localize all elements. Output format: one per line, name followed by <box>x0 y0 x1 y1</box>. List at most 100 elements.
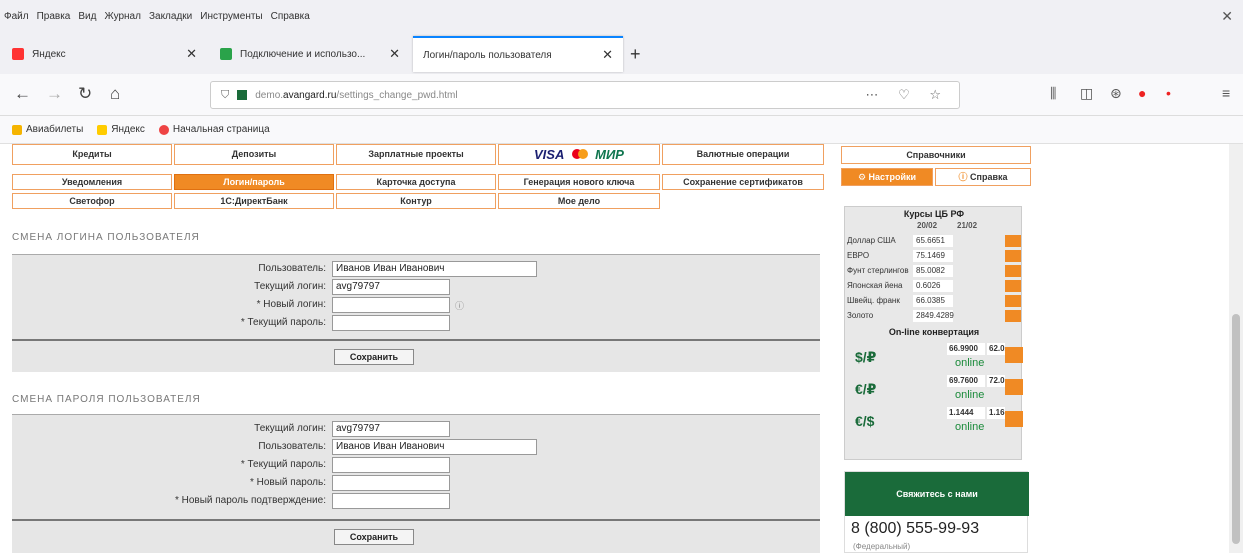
nav-kontur[interactable]: Контур <box>336 193 496 209</box>
convert-button[interactable] <box>1005 379 1023 395</box>
adblock-icon[interactable]: ● <box>1138 85 1146 101</box>
scrollbar-thumb[interactable] <box>1232 314 1240 544</box>
user-field[interactable]: Иванов Иван Иванович <box>332 439 537 455</box>
page-actions-icon[interactable]: ⋯ ♡ ☆ <box>865 87 949 103</box>
nav-credits[interactable]: Кредиты <box>12 144 172 165</box>
user-label: Пользователь: <box>258 441 326 452</box>
page-content: Кредиты Депозиты Зарплатные проекты VISA… <box>0 144 1243 553</box>
rate-value: 75.1469 <box>913 250 953 262</box>
rate-chart-button[interactable] <box>1005 295 1021 307</box>
directory-button[interactable]: Справочники <box>841 146 1031 164</box>
nav-salary-projects[interactable]: Зарплатные проекты <box>336 144 496 165</box>
current-login-field[interactable]: avg79797 <box>332 421 450 437</box>
menu-file[interactable]: Файл <box>4 11 29 22</box>
nav-svetofor[interactable]: Светофор <box>12 193 172 209</box>
site-favicon-icon <box>237 90 248 100</box>
address-bar[interactable]: ⛉ demo. avangard.ru /settings_change_pwd… <box>210 81 960 109</box>
tab-close-icon[interactable]: ✕ <box>186 46 197 62</box>
current-password-label: * Текущий пароль: <box>240 459 326 470</box>
window-close-icon[interactable]: ✕ <box>1221 8 1233 25</box>
current-login-label: Текущий логин: <box>254 423 326 434</box>
menu-bookmarks[interactable]: Закладки <box>149 11 192 22</box>
phone-number: 8 (800) 555-99-93 <box>851 520 980 537</box>
nav-currency-ops[interactable]: Валютные операции <box>662 144 824 165</box>
conversion-row-eurusd: €/$ 1.1444 1.1657 online <box>845 407 1023 435</box>
confirm-password-field[interactable] <box>332 493 450 509</box>
save-login-button[interactable]: Сохранить <box>334 349 414 365</box>
tab-close-icon[interactable]: ✕ <box>389 46 400 62</box>
save-password-button[interactable]: Сохранить <box>334 529 414 545</box>
current-login-field[interactable]: avg79797 <box>332 279 450 295</box>
back-icon[interactable]: ← <box>14 84 31 104</box>
forward-icon[interactable]: → <box>46 84 63 104</box>
bookmark-start[interactable]: Начальная страница <box>158 124 270 135</box>
nav-moe-delo[interactable]: Мое дело <box>498 193 660 209</box>
rate-row: Японская йена 0.6026 <box>845 280 1023 293</box>
rate-chart-button[interactable] <box>1005 265 1021 277</box>
mastercard-icon-2 <box>577 149 588 159</box>
user-label: Пользователь: <box>258 263 326 274</box>
rate-name: ЕВРО <box>847 251 870 260</box>
page-scrollbar[interactable] <box>1229 144 1243 553</box>
nav-notifications[interactable]: Уведомления <box>12 174 172 190</box>
bookmark-label: Начальная страница <box>172 124 270 135</box>
rate-chart-button[interactable] <box>1005 310 1021 322</box>
nav-login-password[interactable]: Логин/пароль <box>174 174 334 190</box>
nav-save-certs[interactable]: Сохранение сертификатов <box>662 174 824 190</box>
sidebar-icon[interactable]: ◫ <box>1080 85 1093 102</box>
tab-connection[interactable]: Подключение и использо... ✕ <box>210 36 410 72</box>
menu-history[interactable]: Журнал <box>104 11 141 22</box>
reload-icon[interactable]: ↻ <box>78 84 92 104</box>
info-icon[interactable]: ⓘ <box>455 299 464 312</box>
current-password-field[interactable] <box>332 457 450 473</box>
new-tab-icon[interactable]: + <box>630 44 641 65</box>
menu-edit[interactable]: Правка <box>37 11 71 22</box>
new-password-label: * Новый пароль: <box>249 477 326 488</box>
home-icon[interactable]: ⌂ <box>110 84 120 104</box>
rate-date-1: 20/02 <box>917 221 938 230</box>
tab-close-icon[interactable]: ✕ <box>602 47 613 63</box>
menu-help[interactable]: Справка <box>271 11 310 22</box>
conv-sell: 1.1657 <box>987 407 1005 419</box>
bookmark-avia[interactable]: Авиабилеты <box>12 124 83 135</box>
extension-red-icon[interactable]: • <box>1166 85 1171 101</box>
conv-sell: 72.0585 <box>987 375 1005 387</box>
nav-new-key[interactable]: Генерация нового ключа <box>498 174 660 190</box>
rate-chart-button[interactable] <box>1005 280 1021 292</box>
extension-icon[interactable]: ⊛ <box>1110 85 1122 102</box>
nav-visa-mir[interactable]: VISA МИР <box>498 144 660 165</box>
confirm-password-label: * Новый пароль подтверждение: <box>174 495 326 506</box>
nav-deposits[interactable]: Депозиты <box>174 144 334 165</box>
nav-access-card[interactable]: Карточка доступа <box>336 174 496 190</box>
settings-button[interactable]: ⚙ Настройки <box>841 168 933 186</box>
tab-yandex[interactable]: Яндекс ✕ <box>2 36 207 72</box>
rate-row: Фунт стерлингов 85.0082 <box>845 265 1023 278</box>
convert-button[interactable] <box>1005 411 1023 427</box>
rate-date-2: 21/02 <box>957 221 978 230</box>
contact-us-button[interactable]: Свяжитесь с нами <box>845 472 1029 516</box>
rate-chart-button[interactable] <box>1005 250 1021 262</box>
menu-view[interactable]: Вид <box>78 11 96 22</box>
rate-name: Швейц. франк <box>847 296 900 305</box>
login-section-title: СМЕНА ЛОГИНА ПОЛЬЗОВАТЕЛЯ <box>12 232 200 243</box>
shield-icon[interactable]: ⛉ <box>221 89 229 102</box>
bookmark-yandex[interactable]: Яндекс <box>97 124 145 135</box>
login-form: Пользователь: Иванов Иван Иванович Текущ… <box>12 254 820 372</box>
conv-status: online <box>955 421 985 433</box>
library-icon[interactable]: ⫼ <box>1050 85 1056 102</box>
conv-buy: 66.9900 <box>947 343 985 355</box>
nav-1c-directbank[interactable]: 1С:ДиректБанк <box>174 193 334 209</box>
rates-title: Курсы ЦБ РФ <box>903 209 965 219</box>
eur-usd-icon: €/$ <box>855 413 875 429</box>
menu-hamburger-icon[interactable]: ≡ <box>1222 85 1230 101</box>
menu-tools[interactable]: Инструменты <box>200 11 262 22</box>
new-password-field[interactable] <box>332 475 450 491</box>
tab-login-password[interactable]: Логин/пароль пользователя ✕ <box>413 36 623 72</box>
current-password-field[interactable] <box>332 315 450 331</box>
rate-name: Японская йена <box>847 281 903 290</box>
rate-chart-button[interactable] <box>1005 235 1021 247</box>
new-login-field[interactable] <box>332 297 450 313</box>
convert-button[interactable] <box>1005 347 1023 363</box>
help-button[interactable]: ⓘ Справка <box>935 168 1031 186</box>
user-field[interactable]: Иванов Иван Иванович <box>332 261 537 277</box>
